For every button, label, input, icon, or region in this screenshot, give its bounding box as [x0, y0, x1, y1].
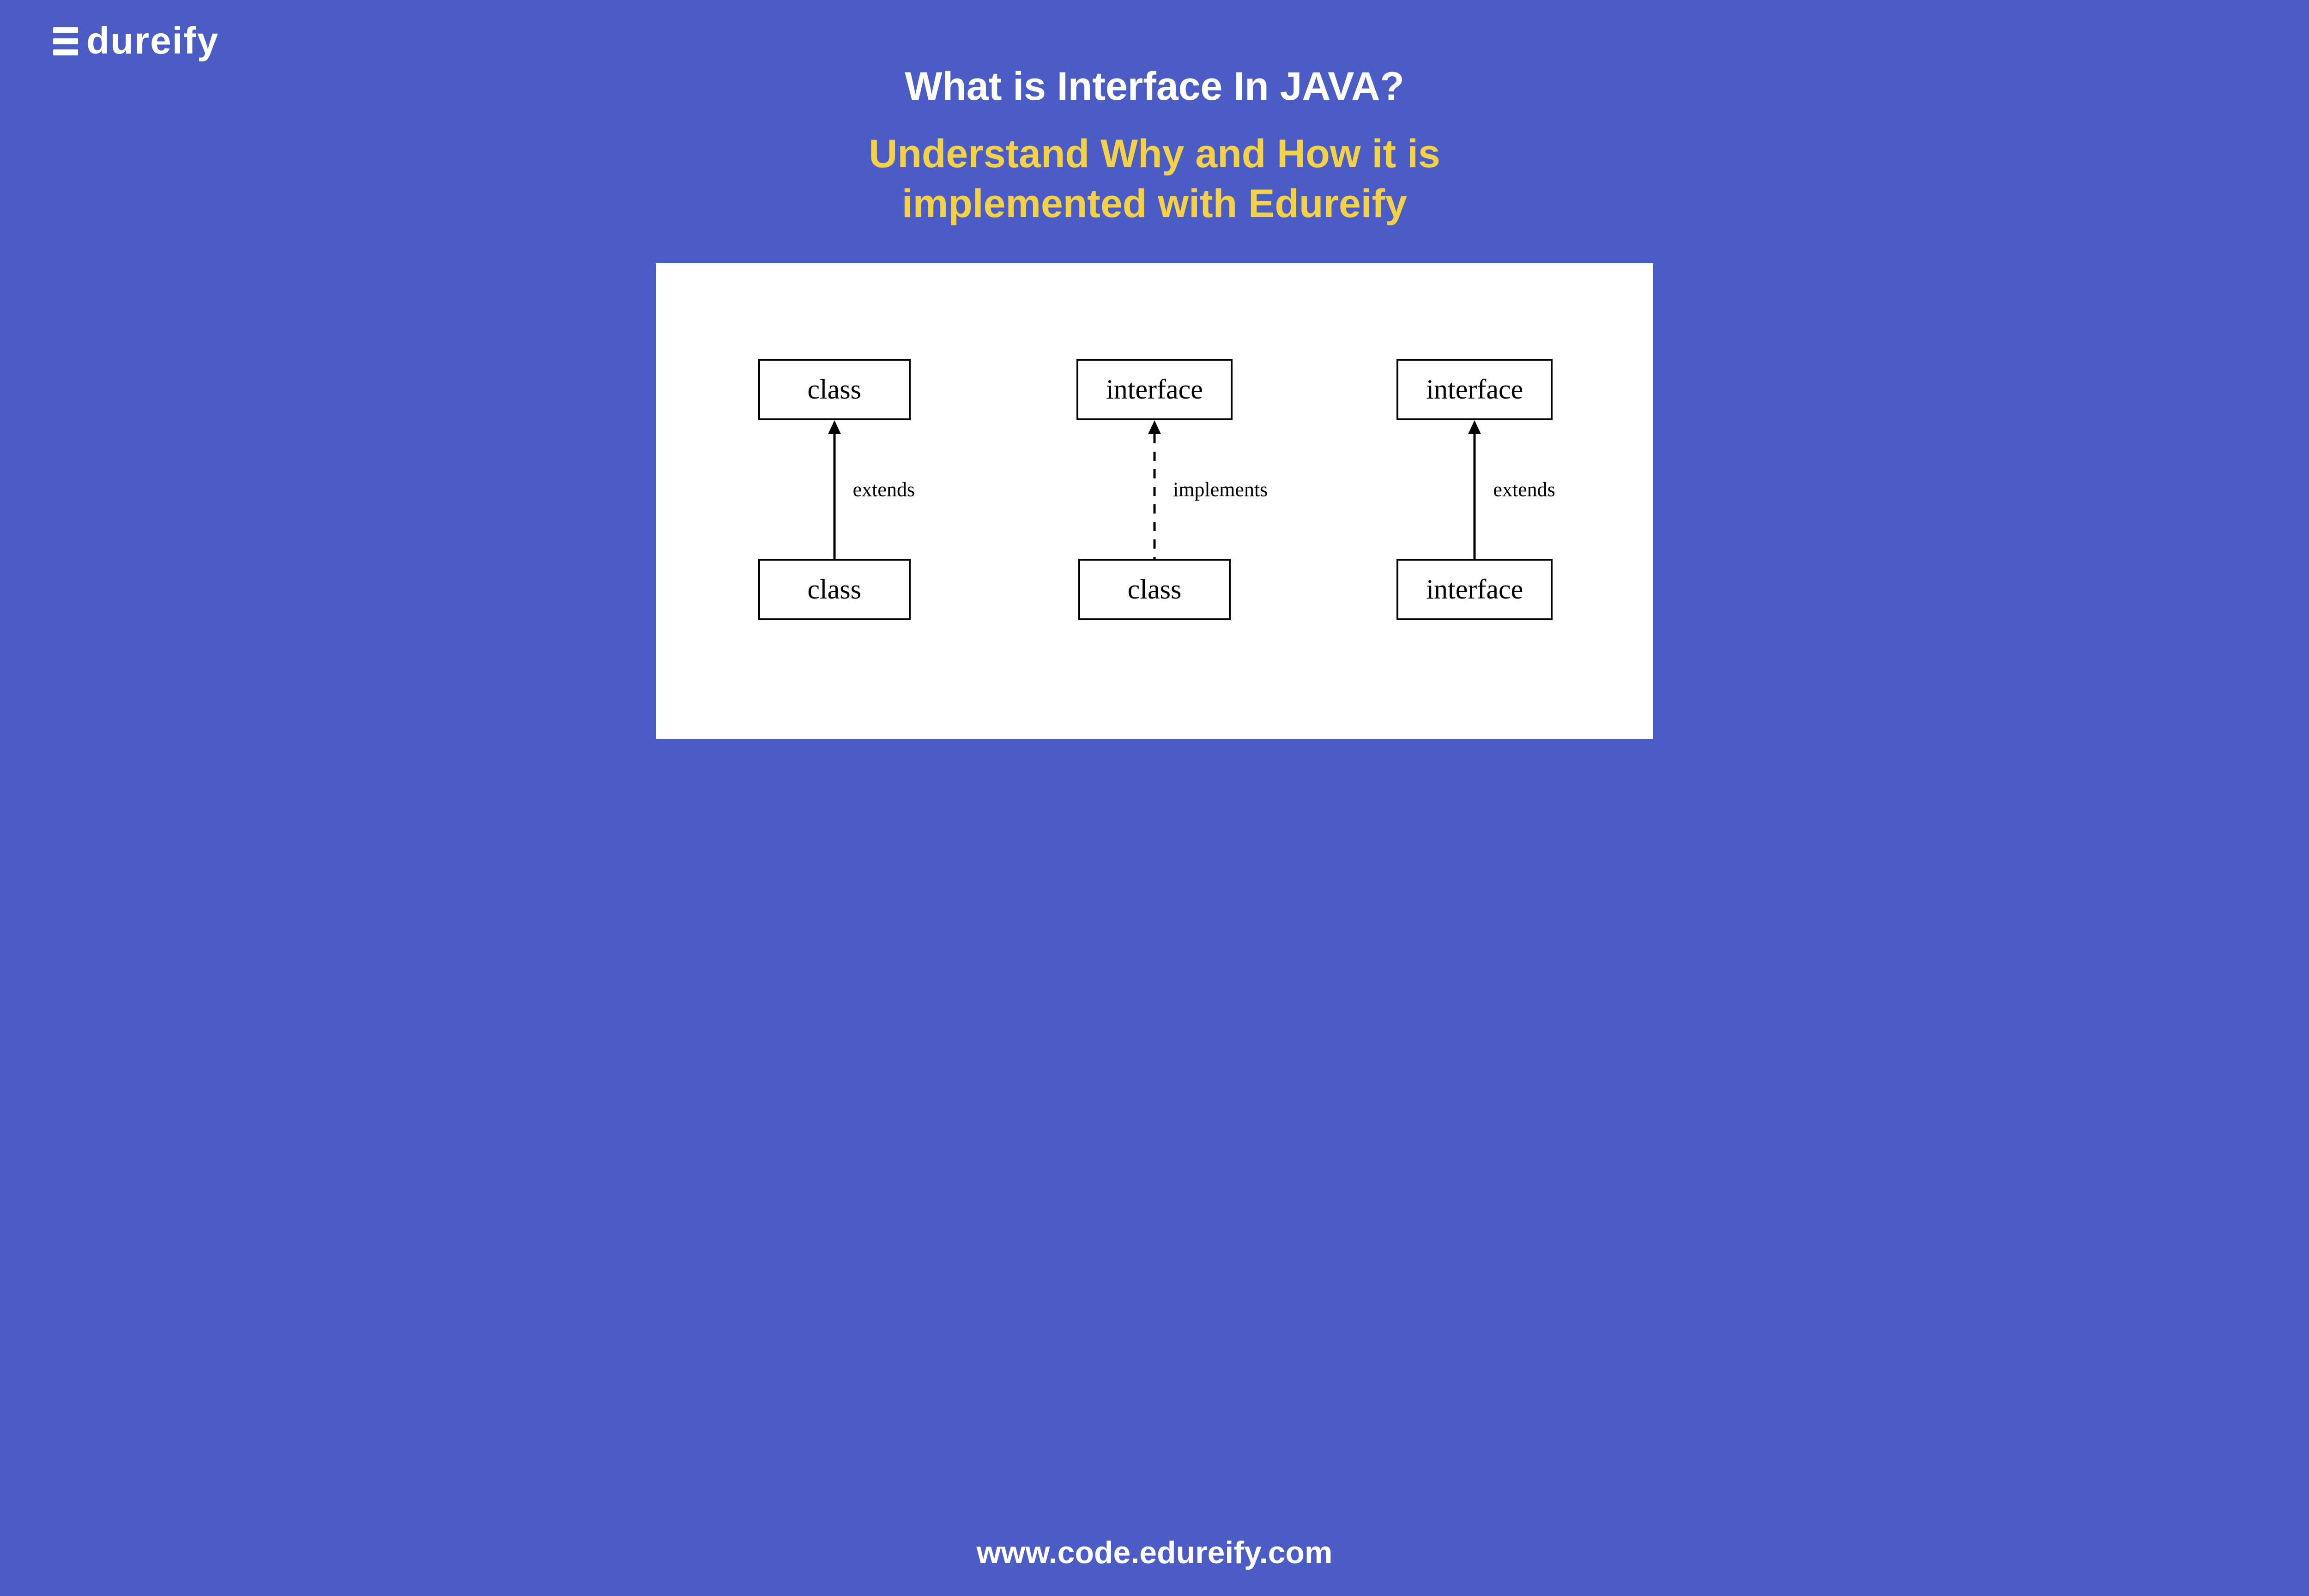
connector: extends [696, 420, 973, 559]
bottom-box: class [1078, 559, 1231, 620]
subtitle: Understand Why and How it is implemented… [0, 129, 2309, 229]
top-box: class [758, 359, 911, 420]
arrow-up-icon [1465, 420, 1484, 559]
relation-column-class-extends-class: class extends class [696, 359, 973, 620]
subtitle-line-2: implemented with Edureify [0, 179, 2309, 229]
diagram-panel: class extends class interface implements… [656, 263, 1653, 739]
relation-label: extends [853, 478, 915, 502]
relation-label: extends [1493, 478, 1555, 502]
relation-column-interface-extends-interface: interface extends interface [1336, 359, 1613, 620]
bottom-box: class [758, 559, 911, 620]
arrow-up-icon [825, 420, 844, 559]
logo-text: dureify [86, 22, 219, 60]
footer-url: www.code.edureify.com [0, 1535, 2309, 1571]
connector: implements [1016, 420, 1293, 559]
relation-column-class-implements-interface: interface implements class [1016, 359, 1293, 620]
connector: extends [1336, 420, 1613, 559]
logo-bars-icon [53, 27, 78, 55]
top-box: interface [1076, 359, 1233, 420]
top-box: interface [1396, 359, 1553, 420]
subtitle-line-1: Understand Why and How it is [0, 129, 2309, 179]
brand-logo: dureify [53, 22, 219, 60]
bottom-box: interface [1396, 559, 1553, 620]
relation-label: implements [1173, 478, 1268, 502]
main-title: What is Interface In JAVA? [0, 64, 2309, 109]
arrow-up-dashed-icon [1145, 420, 1164, 559]
